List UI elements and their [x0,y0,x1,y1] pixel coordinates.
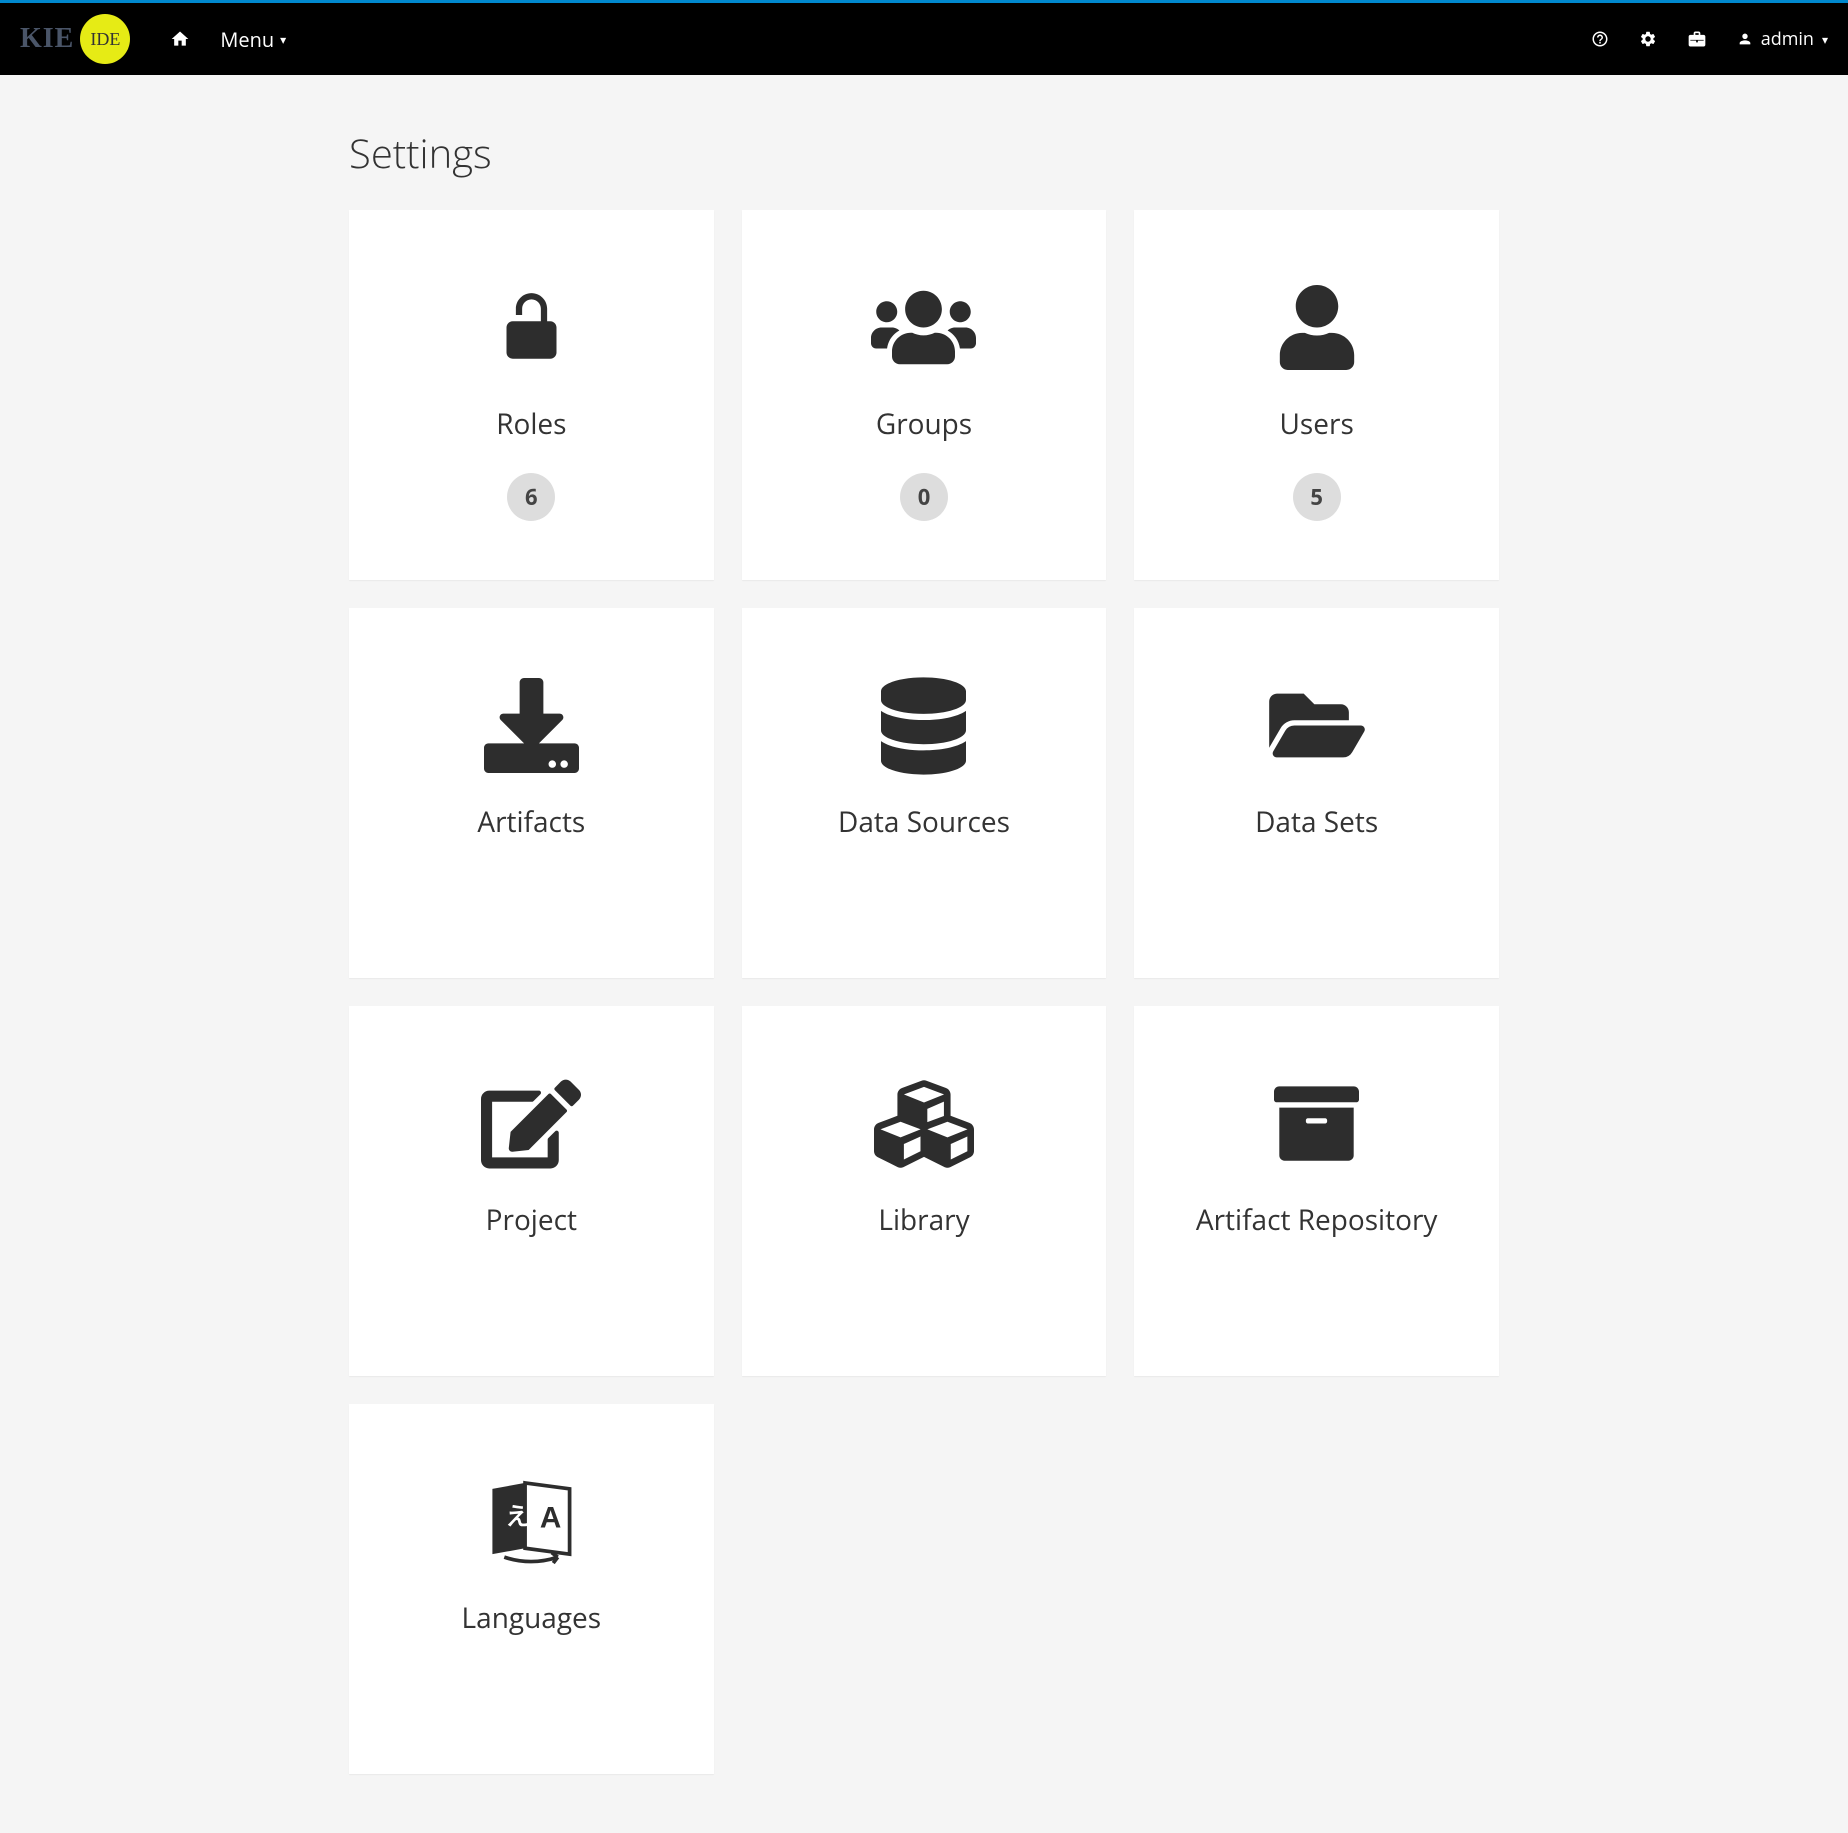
svg-text:A: A [540,1501,561,1534]
card-label: Project [486,1201,577,1239]
card-label: Data Sources [838,803,1010,841]
card-label: Languages [462,1599,602,1637]
download-icon [484,678,579,773]
user-menu[interactable]: admin ▾ [1737,27,1828,51]
home-button[interactable] [170,29,190,49]
briefcase-button[interactable] [1687,29,1707,49]
user-label: admin [1761,27,1814,51]
chevron-down-icon: ▾ [1822,31,1828,48]
languages-icon: え A [481,1474,581,1569]
page-title: Settings [349,125,1499,180]
help-button[interactable] [1591,30,1609,48]
unlock-icon [494,280,569,375]
home-icon [170,29,190,49]
settings-cards: Roles 6 Groups 0 Users 5 Artifacts [349,210,1499,1774]
card-label: Roles [496,405,566,443]
svg-text:え: え [506,1503,530,1530]
card-label: Artifacts [477,803,585,841]
archive-icon [1269,1076,1364,1171]
card-label: Library [878,1201,969,1239]
card-label: Artifact Repository [1196,1201,1438,1239]
folder-open-icon [1267,678,1367,773]
card-library[interactable]: Library [742,1006,1107,1376]
card-label: Groups [876,405,972,443]
card-count-badge: 0 [900,473,948,521]
card-label: Users [1280,405,1354,443]
menu-label: Menu [220,26,274,53]
card-artifacts[interactable]: Artifacts [349,608,714,978]
card-label: Data Sets [1255,803,1378,841]
card-groups[interactable]: Groups 0 [742,210,1107,580]
card-data-sources[interactable]: Data Sources [742,608,1107,978]
content: Settings Roles 6 Groups 0 Users 5 [329,75,1519,1814]
cubes-icon [869,1076,979,1171]
gear-icon [1639,30,1657,48]
card-data-sets[interactable]: Data Sets [1134,608,1499,978]
edit-icon [481,1076,581,1171]
menu-dropdown[interactable]: Menu ▾ [220,26,286,53]
card-count-badge: 5 [1293,473,1341,521]
card-users[interactable]: Users 5 [1134,210,1499,580]
topbar: KIE IDE Menu ▾ ad [0,3,1848,75]
user-icon [1737,31,1753,47]
user-icon [1278,280,1356,375]
card-count-badge: 6 [507,473,555,521]
card-roles[interactable]: Roles 6 [349,210,714,580]
groups-icon [871,280,976,375]
logo-kie-text: KIE [20,23,74,55]
logo-ide-badge: IDE [80,14,130,64]
card-project[interactable]: Project [349,1006,714,1376]
logo[interactable]: KIE IDE [20,14,130,64]
settings-button[interactable] [1639,30,1657,48]
database-icon [881,678,966,773]
chevron-down-icon: ▾ [280,31,286,48]
card-artifact-repository[interactable]: Artifact Repository [1134,1006,1499,1376]
question-icon [1591,30,1609,48]
card-languages[interactable]: え A Languages [349,1404,714,1774]
briefcase-icon [1687,29,1707,49]
